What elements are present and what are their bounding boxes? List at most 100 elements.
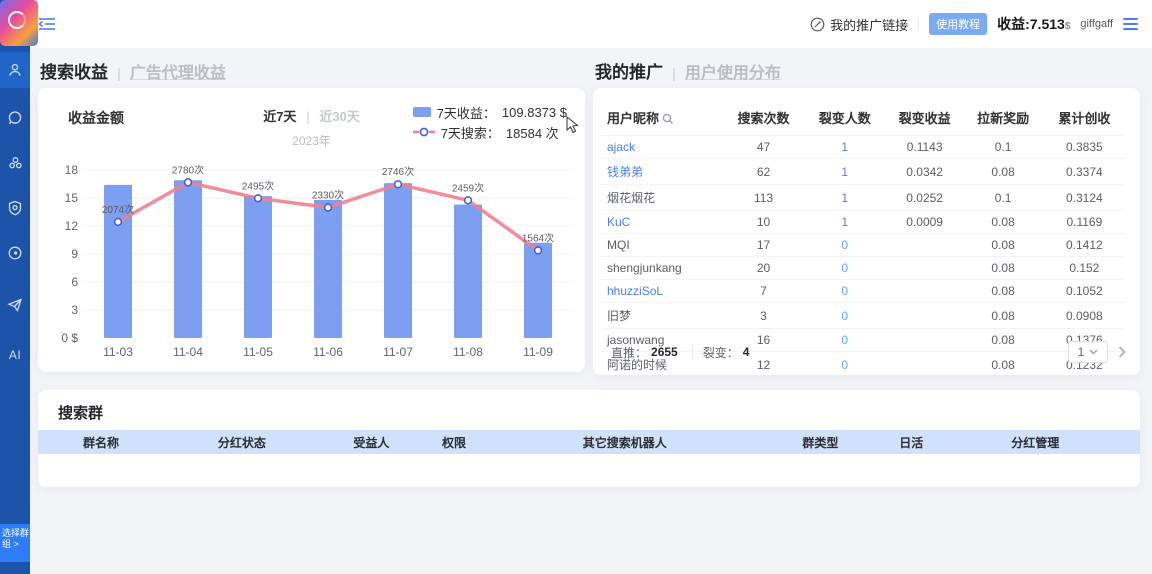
total-revenue: 0.152	[1044, 257, 1125, 280]
svg-text:11-09: 11-09	[523, 345, 553, 359]
topbar-divider	[918, 17, 919, 31]
referral-reward: 0.1	[962, 185, 1043, 211]
total-revenue: 0.1052	[1044, 280, 1125, 303]
topbar: 我的推广链接 使用教程 收益:7.513$ giffgaff	[30, 0, 1152, 48]
referral-reward: 0.08	[962, 159, 1043, 185]
table-row: 钱弟弟6210.03420.080.3374	[601, 159, 1125, 185]
column-header: 分红管理	[931, 434, 1140, 451]
promotion-card: 用户昵称搜索次数裂变人数裂变收益拉新奖励累计创收 ajack4710.11430…	[593, 88, 1140, 375]
next-page-icon[interactable]	[1118, 346, 1126, 358]
app-logo	[0, 0, 38, 46]
sidebar-item-telegram[interactable]	[0, 287, 30, 323]
page-select[interactable]: 1	[1068, 341, 1108, 363]
fission-count[interactable]: 0	[803, 257, 887, 280]
user-nickname[interactable]: KuC	[601, 211, 724, 234]
total-revenue: 0.0908	[1044, 303, 1125, 329]
search-icon[interactable]	[662, 113, 674, 125]
referral-reward: 0.08	[962, 211, 1043, 234]
svg-text:11-07: 11-07	[383, 345, 413, 359]
revenue-chart[interactable]: 0 $36912151811-0311-0411-0511-0611-0711-…	[38, 88, 585, 372]
svg-text:11-06: 11-06	[313, 345, 343, 359]
mouse-cursor	[566, 116, 580, 134]
fission-value: 4	[743, 345, 750, 359]
tab-my-promotion[interactable]: 我的推广	[595, 58, 663, 83]
revenue-section-title: 搜索收益 | 广告代理收益	[40, 58, 226, 83]
fission-count[interactable]: 0	[803, 234, 887, 257]
fission-revenue	[887, 303, 963, 329]
hamburger-menu-icon[interactable]	[1123, 18, 1138, 30]
table-row: MQI1700.080.1412	[601, 234, 1125, 257]
chevron-down-icon	[1089, 349, 1098, 355]
referral-reward: 0.1	[962, 136, 1043, 159]
tab-user-distribution[interactable]: 用户使用分布	[685, 59, 781, 83]
user-nickname[interactable]: 钱弟弟	[601, 159, 724, 185]
shield-gear-icon	[7, 200, 23, 216]
sidebar-collapse-icon[interactable]	[38, 16, 56, 32]
column-header: 群类型	[749, 434, 892, 451]
column-header: 拉新奖励	[962, 102, 1043, 136]
tab-search-revenue[interactable]: 搜索收益	[40, 58, 108, 83]
column-header: 累计创收	[1044, 102, 1125, 136]
sidebar-item-user[interactable]	[0, 52, 30, 88]
fission-revenue	[887, 280, 963, 303]
svg-text:2780次: 2780次	[172, 163, 204, 176]
sidebar-item-ai[interactable]: AI	[0, 337, 30, 373]
paper-plane-icon	[7, 297, 23, 313]
search-count: 47	[724, 136, 802, 159]
column-header: 群名称	[38, 434, 148, 451]
sidebar-item-chat[interactable]	[0, 100, 30, 136]
fission-count[interactable]: 1	[803, 211, 887, 234]
table-row: ajack4710.11430.10.3835	[601, 136, 1125, 159]
revenue-total: 收益:7.513$	[997, 14, 1070, 34]
svg-text:9: 9	[71, 247, 78, 261]
pagination: 1	[1068, 341, 1126, 363]
my-promo-link[interactable]: 我的推广链接	[810, 15, 908, 34]
edit-circle-icon	[810, 17, 825, 32]
fission-count[interactable]: 0	[803, 280, 887, 303]
promo-link-label: 我的推广链接	[830, 15, 908, 34]
svg-text:18: 18	[65, 163, 79, 177]
promotion-table-header: 用户昵称搜索次数裂变人数裂变收益拉新奖励累计创收	[601, 102, 1125, 136]
search-count: 10	[724, 211, 802, 234]
fission-count[interactable]: 0	[803, 303, 887, 329]
tutorial-badge[interactable]: 使用教程	[929, 13, 987, 35]
user-nickname: 旧梦	[601, 303, 724, 329]
referral-reward: 0.08	[962, 257, 1043, 280]
total-revenue: 0.3835	[1044, 136, 1125, 159]
search-count: 3	[724, 303, 802, 329]
promotion-section-title: 我的推广 | 用户使用分布	[595, 58, 781, 83]
column-header: 日活	[892, 434, 931, 451]
svg-text:2459次: 2459次	[452, 181, 484, 194]
user-nickname[interactable]: hhuzziSoL	[601, 280, 724, 303]
table-row: 烟花烟花11310.02520.10.3124	[601, 185, 1125, 211]
tab-ad-agent-revenue[interactable]: 广告代理收益	[130, 59, 226, 83]
username[interactable]: giffgaff	[1080, 18, 1113, 30]
select-group-tab[interactable]: 选择群 组 >	[0, 524, 30, 562]
chat-bubble-icon	[7, 110, 23, 126]
total-revenue: 0.3124	[1044, 185, 1125, 211]
fission-count[interactable]: 1	[803, 185, 887, 211]
sidebar-item-media[interactable]	[0, 235, 30, 271]
fission-count[interactable]: 1	[803, 136, 887, 159]
sidebar-item-security[interactable]	[0, 190, 30, 226]
fission-count[interactable]: 1	[803, 159, 887, 185]
column-header: 裂变人数	[803, 102, 887, 136]
direct-value: 2655	[651, 345, 678, 359]
currency-symbol: $	[1065, 21, 1071, 32]
fission-revenue: 0.0252	[887, 185, 963, 211]
svg-text:6: 6	[71, 275, 78, 289]
svg-text:15: 15	[65, 191, 79, 205]
direct-label: 直推：	[611, 344, 647, 361]
fission-label: 裂变：	[703, 344, 739, 361]
groups-table-header: 群名称分红状态受益人权限其它搜索机器人群类型日活分红管理	[38, 430, 1140, 454]
svg-text:1564次: 1564次	[522, 231, 554, 244]
svg-text:2074次: 2074次	[102, 203, 134, 216]
column-header: 其它搜索机器人	[501, 434, 749, 451]
svg-text:11-05: 11-05	[243, 345, 273, 359]
svg-text:2495次: 2495次	[242, 179, 274, 192]
sidebar-item-team[interactable]	[0, 145, 30, 181]
svg-text:11-04: 11-04	[173, 345, 203, 359]
user-nickname[interactable]: ajack	[601, 136, 724, 159]
column-header: 权限	[407, 434, 501, 451]
sidebar: AI	[0, 0, 30, 574]
